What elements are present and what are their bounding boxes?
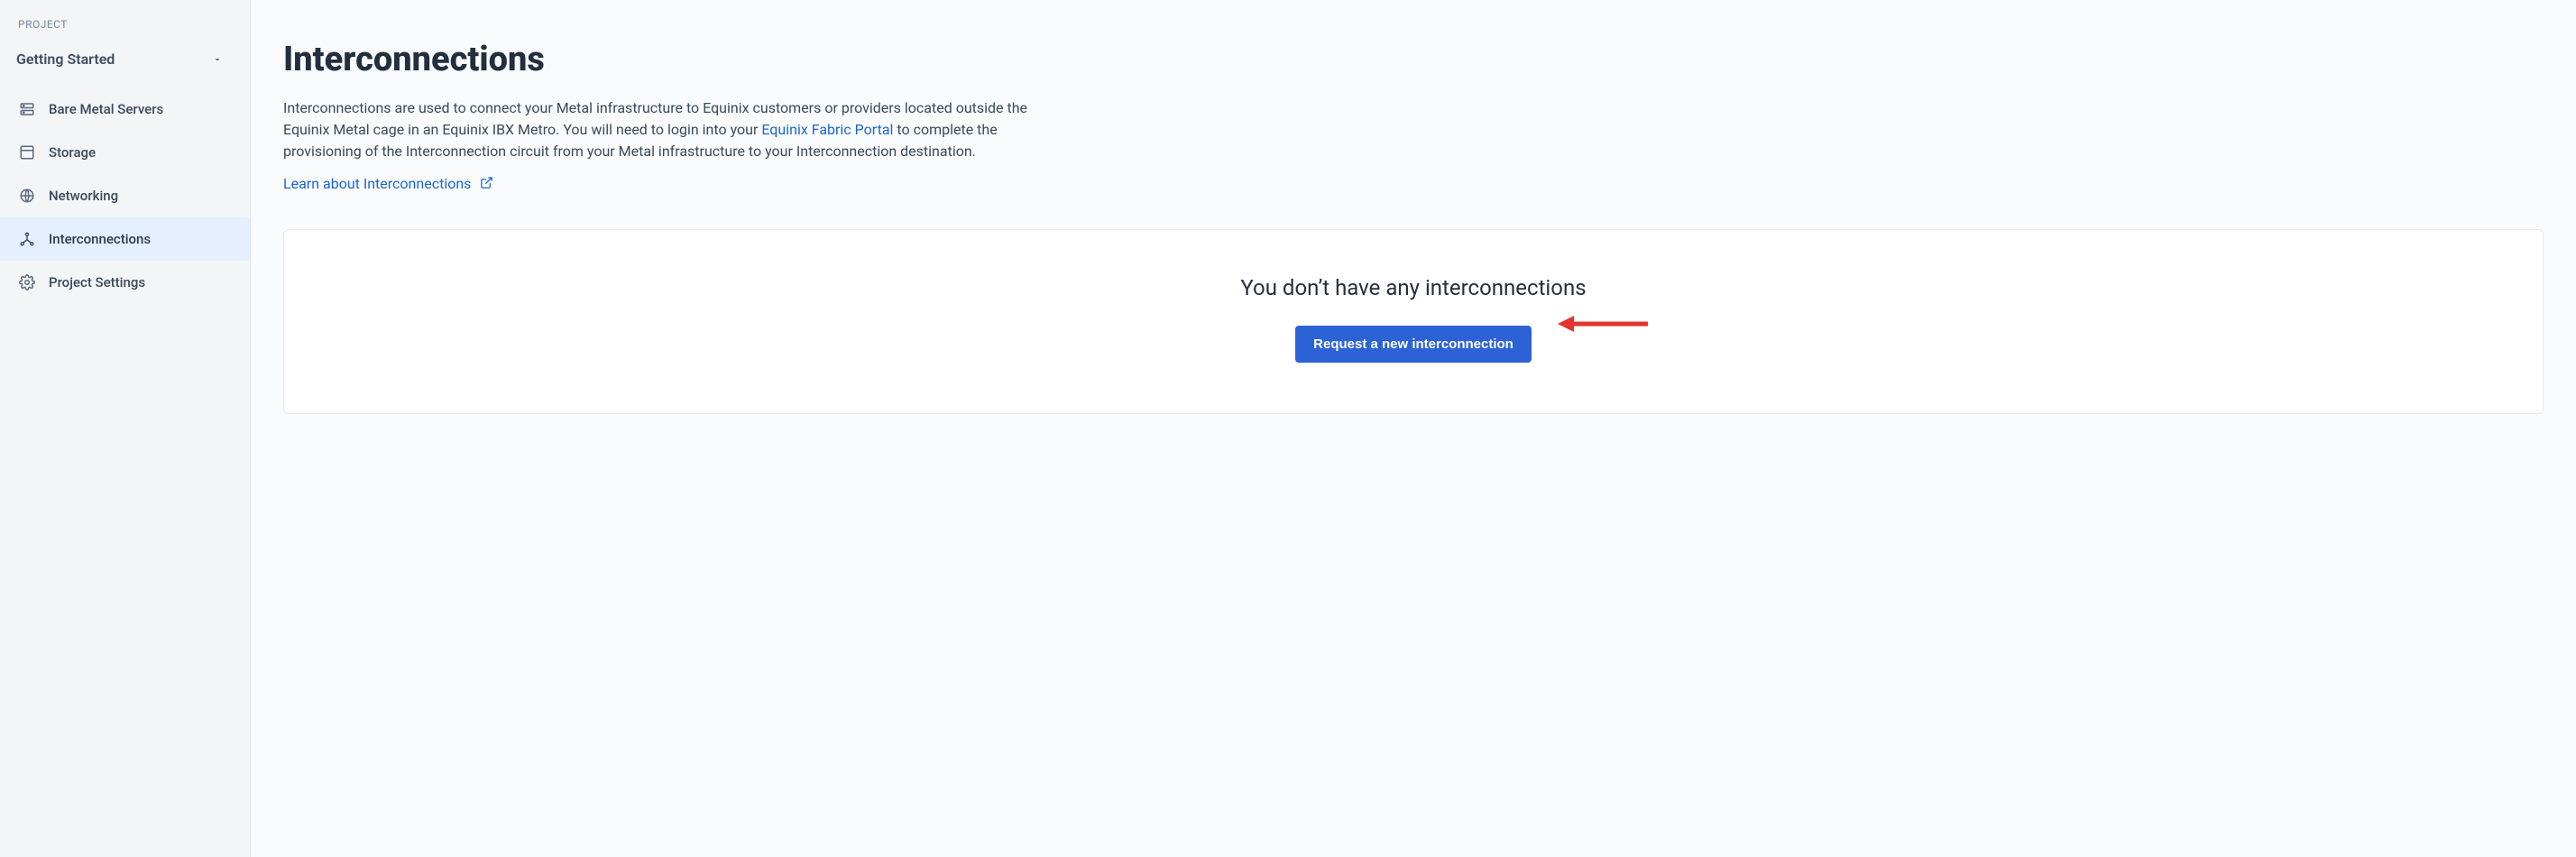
sidebar-item-networking[interactable]: Networking (0, 174, 250, 217)
sidebar-nav: Bare Metal Servers Storage Networking In… (0, 88, 250, 304)
learn-about-interconnections-link[interactable]: Learn about Interconnections (283, 175, 471, 192)
page-title: Interconnections (283, 40, 2544, 79)
annotation-arrow-icon (1558, 313, 1648, 335)
sidebar-item-label: Bare Metal Servers (49, 101, 163, 117)
sidebar-item-bare-metal-servers[interactable]: Bare Metal Servers (0, 88, 250, 131)
chevron-down-icon (212, 54, 232, 65)
interconnections-icon (18, 230, 36, 248)
sidebar-item-project-settings[interactable]: Project Settings (0, 261, 250, 304)
sidebar-item-interconnections[interactable]: Interconnections (0, 217, 250, 261)
fabric-portal-link[interactable]: Equinix Fabric Portal (761, 121, 893, 138)
gear-icon (18, 273, 36, 291)
storage-icon (18, 143, 36, 161)
sidebar-item-label: Storage (49, 144, 96, 161)
sidebar-item-storage[interactable]: Storage (0, 131, 250, 174)
sidebar-item-label: Project Settings (49, 274, 145, 290)
page-description: Interconnections are used to connect you… (283, 97, 1032, 162)
sidebar-item-label: Interconnections (49, 231, 151, 247)
sidebar: PROJECT Getting Started Bare Metal Serve… (0, 0, 251, 857)
empty-state-title: You don’t have any interconnections (1240, 275, 1586, 300)
project-selector-label: Getting Started (16, 51, 115, 68)
server-icon (18, 100, 36, 118)
network-icon (18, 187, 36, 205)
learn-link-row: Learn about Interconnections (283, 175, 2544, 193)
sidebar-item-label: Networking (49, 188, 118, 204)
interconnections-empty-panel: You don’t have any interconnections Requ… (283, 229, 2544, 414)
external-link-icon (480, 176, 493, 193)
sidebar-section-header: PROJECT (0, 18, 250, 40)
project-selector[interactable]: Getting Started (0, 40, 250, 84)
request-new-interconnection-button[interactable]: Request a new interconnection (1295, 326, 1532, 363)
main-content: Interconnections Interconnections are us… (251, 0, 2576, 857)
